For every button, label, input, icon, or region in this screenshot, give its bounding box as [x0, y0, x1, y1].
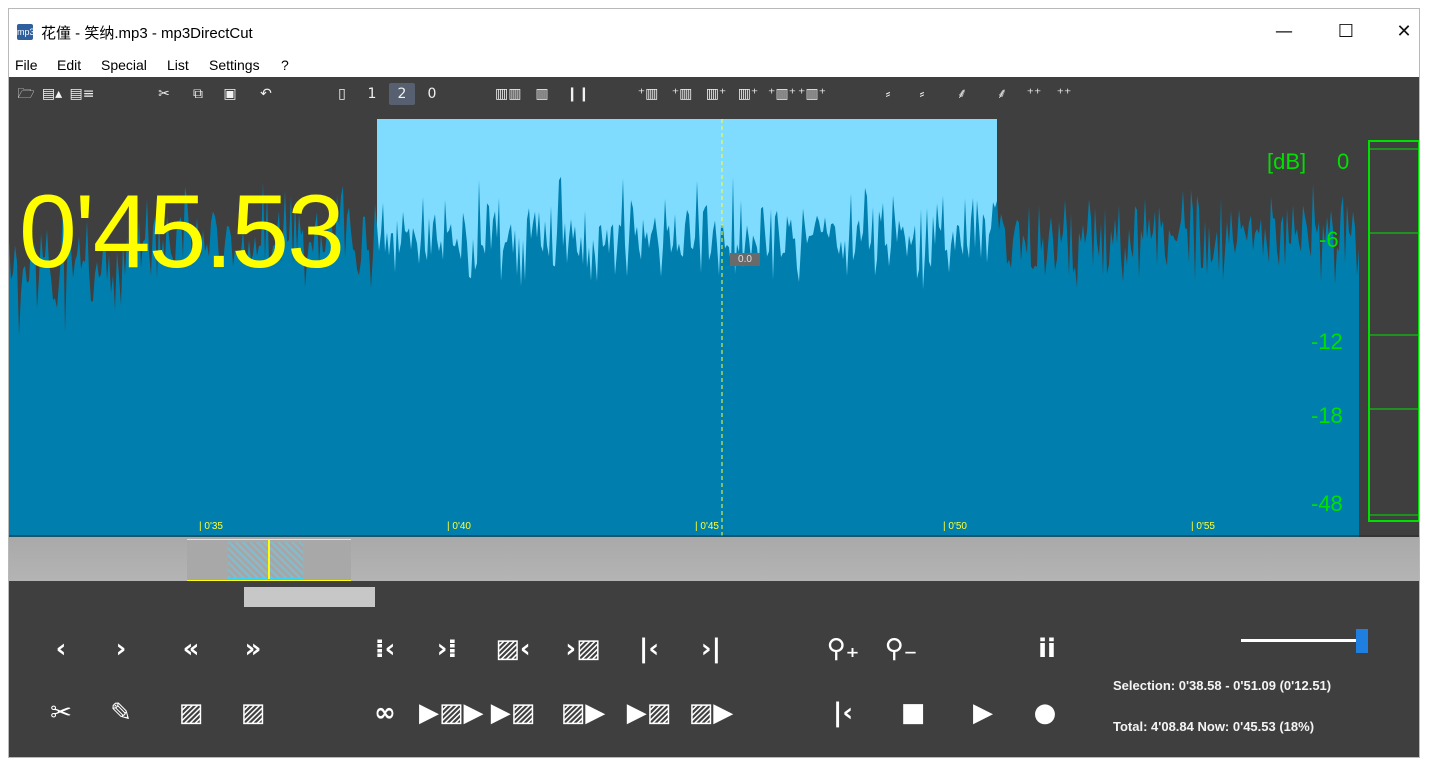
sel-start-left-button[interactable]: ▨‹ — [485, 631, 541, 667]
fade-3-icon[interactable]: ⸙ — [949, 83, 975, 105]
page-1-icon[interactable]: 1 — [359, 83, 385, 105]
selection-status: Selection: 0'38.58 - 0'51.09 (0'12.51) — [1113, 678, 1332, 693]
db-header-label: [dB] — [1267, 149, 1307, 174]
cut-button[interactable]: ✂ — [33, 695, 89, 731]
db-tick-label: 0 — [1337, 149, 1350, 174]
go-start-button[interactable]: |‹ — [621, 631, 677, 667]
save-icon[interactable]: ▤▴ — [39, 83, 65, 105]
play-sel-end-button[interactable]: ▶▨ — [621, 695, 677, 731]
toolbar: 🗁 ▤▴ ▤≡ ✂ ⧉ ▣ ↶ ▯ 1 2 0 ▥▥ ▥ ❙❙ ⁺▥ ⁺▥ ▥⁺ ▥⁺ ⁺▥⁺ ⁺▥⁺ ⸗ ⸗ ⸙ ⸙ ⁺⁺ ⁺⁺ — [9, 77, 1419, 111]
go-start-2-button[interactable]: |‹ — [815, 695, 871, 731]
fade-4-icon[interactable]: ⸙ — [989, 83, 1015, 105]
edit-button[interactable]: ✎ — [93, 695, 149, 731]
fade-1-icon[interactable]: ⸗ — [875, 83, 901, 105]
fade-6-icon[interactable]: ⁺⁺ — [1051, 83, 1077, 105]
title-bar: mp3 花僮 - 笑纳.mp3 - mp3DirectCut — ☐ ✕ — [9, 9, 1419, 53]
sel-end-right-button[interactable]: ›▨ — [555, 631, 611, 667]
minimize-button[interactable]: — — [1261, 17, 1307, 47]
to-next-marker-button[interactable]: ›⁞ — [419, 631, 475, 667]
pause-marker-icon[interactable]: ❙❙ — [565, 83, 591, 105]
marker-1-icon[interactable]: ⁺▥ — [635, 83, 661, 105]
split-many-icon[interactable]: ▥▥ — [495, 83, 521, 105]
time-tick-label: | 0'50 — [943, 521, 967, 532]
fast-forward-button[interactable]: » — [225, 631, 281, 667]
maximize-button[interactable]: ☐ — [1323, 17, 1369, 47]
open-icon[interactable]: 🗁 — [13, 83, 39, 105]
cut-icon[interactable]: ✂ — [151, 83, 177, 105]
app-window: mp3 花僮 - 笑纳.mp3 - mp3DirectCut — ☐ ✕ Fil… — [8, 8, 1420, 758]
fade-2-icon[interactable]: ⸗ — [909, 83, 935, 105]
marker-5-icon[interactable]: ⁺▥⁺ — [765, 83, 799, 105]
fade-5-icon[interactable]: ⁺⁺ — [1021, 83, 1047, 105]
selection-pattern-2-button[interactable]: ▨ — [225, 695, 281, 731]
play-after-selection-button[interactable]: ▨▶ — [683, 695, 739, 731]
menu-settings[interactable]: Settings — [209, 57, 260, 73]
menu-file[interactable]: File — [15, 57, 38, 73]
play-from-selection-button[interactable]: ▨▶ — [555, 695, 611, 731]
play-to-selection-button[interactable]: ▶▨ — [485, 695, 541, 731]
cursor-value-label: 0.0 — [730, 253, 760, 266]
time-tick-label: | 0'40 — [447, 521, 471, 532]
window-title: 花僮 - 笑纳.mp3 - mp3DirectCut — [41, 25, 253, 42]
volume-slider-thumb[interactable] — [1355, 629, 1368, 653]
prev-frame-button[interactable]: ‹ — [33, 631, 89, 667]
app-icon: mp3 — [17, 24, 35, 40]
close-button[interactable]: ✕ — [1381, 17, 1419, 47]
go-end-button[interactable]: ›| — [683, 631, 739, 667]
marker-6-icon[interactable]: ⁺▥⁺ — [795, 83, 829, 105]
selection-pattern-button[interactable]: ▨ — [163, 695, 219, 731]
db-tick-label: -6 — [1319, 227, 1339, 252]
info-button[interactable]: ii — [1019, 631, 1075, 667]
menu-special[interactable]: Special — [101, 57, 147, 73]
save-list-icon[interactable]: ▤≡ — [69, 83, 95, 105]
menu-help[interactable]: ? — [281, 57, 289, 73]
overview-selection[interactable] — [227, 541, 304, 579]
play-button[interactable]: ▶ — [955, 695, 1011, 731]
next-frame-button[interactable]: › — [93, 631, 149, 667]
page-2-icon[interactable]: 2 — [389, 83, 415, 105]
time-tick-label: | 0'45 — [695, 521, 719, 532]
marker-3-icon[interactable]: ▥⁺ — [703, 83, 729, 105]
menu-bar: File Edit Special List Settings ? — [9, 53, 1419, 77]
time-tick-label: | 0'55 — [1191, 521, 1215, 532]
db-tick-label: -18 — [1311, 403, 1343, 428]
overview-position-marker[interactable] — [268, 539, 270, 579]
db-tick-label: -12 — [1311, 329, 1343, 354]
loop-button[interactable]: ∞ — [357, 695, 413, 731]
zoom-in-button[interactable]: ⚲₊ — [815, 631, 871, 667]
page-0-icon[interactable]: 0 — [419, 83, 445, 105]
volume-slider-track[interactable] — [1241, 639, 1365, 642]
rewind-button[interactable]: « — [163, 631, 219, 667]
marker-2-icon[interactable]: ⁺▥ — [669, 83, 695, 105]
play-selection-button[interactable]: ▶▨▶ — [419, 695, 484, 731]
copy-icon[interactable]: ⧉ — [185, 83, 211, 105]
undo-icon[interactable]: ↶ — [253, 83, 279, 105]
to-prev-marker-button[interactable]: ⁞‹ — [357, 631, 413, 667]
zoom-out-button[interactable]: ⚲₋ — [873, 631, 929, 667]
overview-bar[interactable] — [9, 537, 1419, 581]
split-icon[interactable]: ▥ — [529, 83, 555, 105]
menu-edit[interactable]: Edit — [57, 57, 81, 73]
time-tick-label: | 0'35 — [199, 521, 223, 532]
stop-button[interactable]: ■ — [885, 695, 941, 731]
waveform-area[interactable]: 0'45.53 0.0 [dB] 0 -6 -12 -18 -48 — [9, 113, 1419, 537]
total-status: Total: 4'08.84 Now: 0'45.53 (18%) — [1113, 719, 1315, 734]
horizontal-scrollbar-thumb[interactable] — [244, 587, 375, 607]
db-tick-label: -48 — [1311, 491, 1343, 516]
menu-list[interactable]: List — [167, 57, 189, 73]
marker-4-icon[interactable]: ▥⁺ — [735, 83, 761, 105]
current-time-display: 0'45.53 — [19, 174, 345, 290]
page-icon[interactable]: ▯ — [329, 83, 355, 105]
record-button[interactable]: ● — [1017, 695, 1073, 731]
paste-icon[interactable]: ▣ — [217, 83, 243, 105]
